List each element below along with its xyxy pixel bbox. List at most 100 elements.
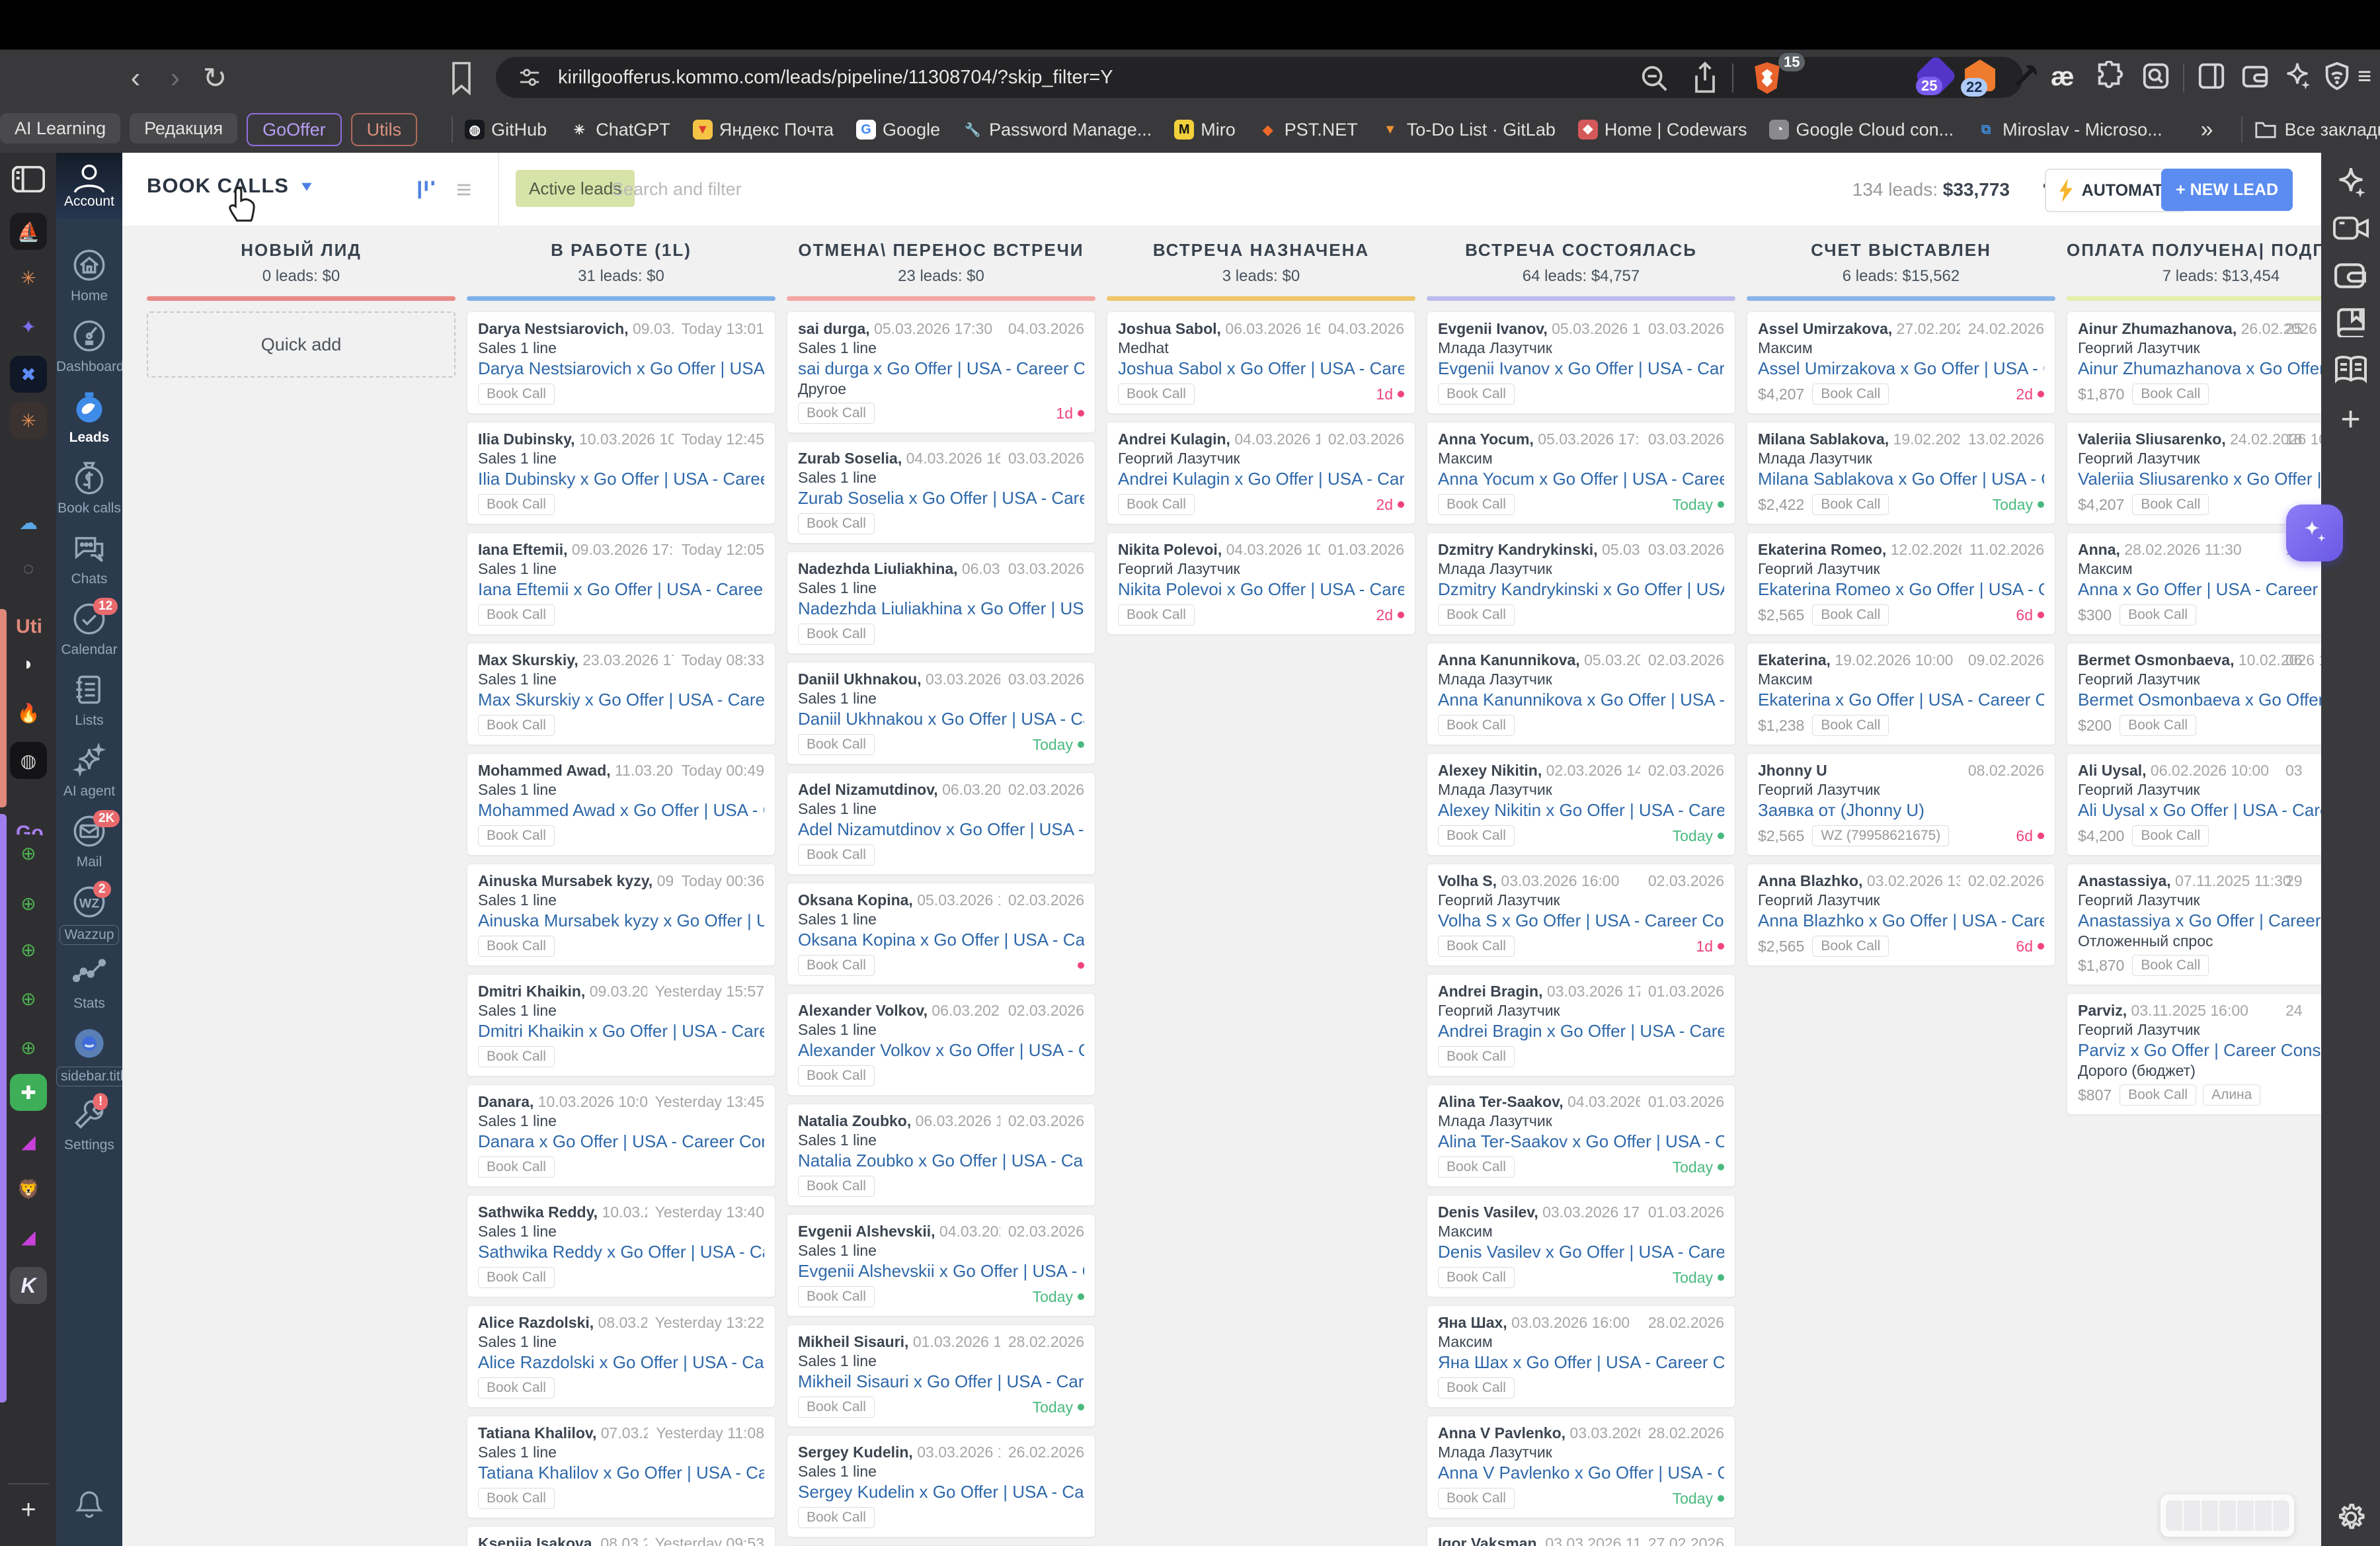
lead-link[interactable]: Dmitri Khaikin x Go Offer | USA - Career… [478,1020,764,1042]
app-boat[interactable]: ⛵ [10,213,47,250]
bookmark-item[interactable]: ⧉ Miroslav - Microso... [1976,120,2162,140]
app-shape[interactable]: ◗ [10,645,47,682]
lead-link[interactable]: Andrei Kulagin x Go Offer | USA - Career… [1118,468,1404,490]
app-green-plus-3[interactable]: ⊕ [10,931,47,968]
lead-card[interactable]: Darya Nestsiarovich, 09.03.2026 14:30 Tod… [467,311,775,414]
add-panel-icon[interactable]: + [2340,399,2360,439]
ext-pick-icon[interactable] [2011,62,2040,91]
sidebar-item-account[interactable]: Account [56,153,122,219]
lead-card[interactable]: Tatiana Khalilov, 07.03.2026 11:30 Yester… [467,1416,775,1518]
lead-link[interactable]: Mohammed Awad x Go Offer | USA - Career … [478,799,764,821]
lead-link[interactable]: Alexey Nikitin x Go Offer | USA - Career… [1438,799,1724,821]
lead-card[interactable]: Andrei Kulagin, 04.03.2026 11:30 02.03.20… [1107,422,1415,524]
sidebar-item-sidebar-title[interactable]: sidebar.title [56,1026,136,1086]
lead-link[interactable]: Danara x Go Offer | USA - Career Consult… [478,1131,764,1153]
lead-card[interactable]: Igor Vaksman, 03.03.2026 11:30 27.02.2026… [1427,1526,1735,1546]
app-miro-2[interactable]: ◢ [10,1218,47,1255]
lead-card[interactable]: Ilia Dubinsky, 10.03.2026 10:00 Today 12:… [467,422,775,524]
bookmark-item[interactable]: M Miro [1174,120,1236,140]
lead-card[interactable]: Sergey Kudelin, 03.03.2026 10:00 26.02.20… [787,1435,1095,1537]
leo-sparkle-icon[interactable] [2282,61,2313,91]
lead-link[interactable]: Oksana Kopina x Go Offer | USA - Career … [798,929,1084,951]
lead-card[interactable]: Alina Ter-Saakov, 04.03.2026 11:30 01.03.… [1427,1084,1735,1187]
lead-link[interactable]: Nadezhda Liuliakhina x Go Offer | USA - … [798,598,1084,620]
sidebar-item-lists[interactable]: Lists [56,672,122,729]
vpn-shield-icon[interactable] [2322,61,2352,91]
lead-card[interactable]: Dmitri Khaikin, 09.03.2026 11:30 Yesterda… [467,974,775,1077]
lead-link[interactable]: Alice Razdolski x Go Offer | USA - Caree… [478,1352,764,1373]
app-cloud[interactable]: ☁ [10,504,47,541]
lead-link[interactable]: Ekaterina Romeo x Go Offer | USA - Caree… [1758,579,2044,600]
bookmark-item[interactable]: ◍ GitHub [465,120,547,140]
lead-card[interactable]: Adel Nizamutdinov, 06.03.2026 10:00 02.03… [787,772,1095,875]
lead-link[interactable]: Adel Nizamutdinov x Go Offer | USA - Car… [798,819,1084,840]
reading-list-icon[interactable] [2334,355,2368,384]
sidebar-panel-icon[interactable] [2196,61,2227,91]
lead-card[interactable]: Danara, 10.03.2026 10:00 Yesterday 13:45 S… [467,1084,775,1187]
tab-group-3[interactable]: GoOffer [247,113,342,146]
lead-link[interactable]: Natalia Zoubko x Go Offer | USA - Career… [798,1150,1084,1172]
lead-link[interactable]: Darya Nestsiarovich x Go Offer | USA - C… [478,358,764,380]
lead-link[interactable]: Milana Sablakova x Go Offer | USA - Care… [1758,468,2044,490]
all-bookmarks-button[interactable]: Все закладки [2254,120,2380,140]
app-grafana[interactable]: 🔥 [10,694,47,731]
new-tab-button[interactable]: + [10,1491,47,1528]
lead-link[interactable]: Zurab Soselia x Go Offer | USA - Career … [798,487,1084,509]
bookmark-item[interactable]: G Google [856,120,940,140]
lead-card[interactable]: Milana Sablakova, 19.02.2026 14:30 13.02.… [1747,422,2055,524]
lead-card[interactable]: Anna V Pavlenko, 03.03.2026 17:30 28.02.2… [1427,1416,1735,1518]
app-ring[interactable]: ◌ [10,550,47,587]
lead-link[interactable]: Mikheil Sisauri x Go Offer | USA - Caree… [798,1371,1084,1393]
app-miro-1[interactable]: ◢ [10,1123,47,1160]
lead-card[interactable]: Volha S, 03.03.2026 16:00 02.03.2026 Георг… [1427,864,1735,966]
sidebar-item-settings[interactable]: Settings! [56,1093,122,1153]
lead-link[interactable]: Alexander Volkov x Go Offer | USA - Care… [798,1039,1084,1061]
sidebar-item-stats[interactable]: Stats [56,956,122,1012]
quick-add-button[interactable]: Quick add [147,311,456,378]
lead-card[interactable]: Mohammed Awad, 11.03.2026 14:30 Today 00:… [467,753,775,856]
ai-assistant-fab[interactable] [2286,505,2343,561]
lead-link[interactable]: Joshua Sabol x Go Offer | USA - Career C… [1118,358,1404,380]
lead-card[interactable]: Яна Шах, 03.03.2026 16:00 28.02.2026 Макси… [1427,1305,1735,1408]
lead-link[interactable]: Dzmitry Kandrykinski x Go Offer | USA - … [1438,579,1724,600]
lead-card[interactable]: Evgenii Alshevskii, 04.03.2026 17:30 02.0… [787,1214,1095,1317]
lead-link[interactable]: Anna Kanunnikova x Go Offer | USA - Care… [1438,689,1724,711]
search-input[interactable]: Search and filter [612,179,742,200]
lead-card[interactable]: Max Skurskiy, 23.03.2026 17:30 Today 08:3… [467,643,775,745]
lead-link[interactable]: Denis Vasilev x Go Offer | USA - Career … [1438,1241,1724,1263]
leo-ai-icon[interactable] [2334,165,2368,200]
bookmark-item[interactable]: ❖ Home | Codewars [1577,120,1747,140]
video-call-icon[interactable] [2332,214,2369,243]
settings-gear-icon[interactable] [2334,1501,2367,1534]
bookmark-item[interactable]: 🔧 Password Manage... [963,120,1152,140]
lead-link[interactable]: Заявка от (Jhonny U) [1758,799,2044,821]
lead-link[interactable]: Volha S x Go Offer | USA - Career Consul… [1438,910,1724,932]
lead-card[interactable]: Anna Kanunnikova, 05.03.2026 10:00 02.03.… [1427,643,1735,745]
forward-button[interactable]: › [155,61,195,95]
app-kommo[interactable]: K [10,1267,47,1304]
lead-card[interactable]: Evgenii Ivanov, 05.03.2026 17:30 03.03.20… [1427,311,1735,414]
sidebar-item-mail[interactable]: Mail 2K [56,810,122,870]
lead-card[interactable]: Ekaterina, 19.02.2026 10:00 09.02.2026 Мак… [1747,643,2055,745]
lead-card[interactable]: Ainuska Mursabek kyzy, 09.03.2026 16:00 T… [467,864,775,966]
bookmark-book-icon[interactable] [2334,307,2367,337]
back-button[interactable]: ‹ [116,61,155,95]
sidebar-toggle-icon[interactable] [12,166,45,192]
bookmark-item[interactable]: ▼ Яндекс Почта [692,120,834,140]
lead-card[interactable]: Assel Umirzakova, 27.02.2026 17:30 24.02.… [1747,311,2055,414]
wallet-icon[interactable] [2240,61,2270,91]
tab-group-4[interactable]: Utils [350,113,418,146]
app-asterisk[interactable]: ✳ [10,259,47,296]
lead-card[interactable]: Natalia Zoubko, 06.03.2026 10:00 02.03.20… [787,1104,1095,1206]
lead-link[interactable]: Daniil Ukhnakou x Go Offer | USA - Caree… [798,708,1084,730]
menu-hamburger-icon[interactable]: ≡ [2358,64,2371,88]
sidebar-item-book-calls[interactable]: Book calls [56,460,122,516]
app-asterisk-2[interactable]: ✳ [10,402,47,439]
bookmark-item[interactable]: ◔ Google Cloud con... [1769,120,1954,140]
lead-link[interactable]: Evgenii Ivanov x Go Offer | USA - Career… [1438,358,1724,380]
lead-link[interactable]: Ilia Dubinsky x Go Offer | USA - Career … [478,468,764,490]
extensions-puzzle-icon[interactable] [2094,61,2125,91]
sidebar-item-chats[interactable]: Chats [56,531,122,587]
lead-card[interactable]: Zurab Soselia, 04.03.2026 16:00 03.03.202… [787,441,1095,544]
app-x-dark[interactable]: ✖ [10,356,47,393]
